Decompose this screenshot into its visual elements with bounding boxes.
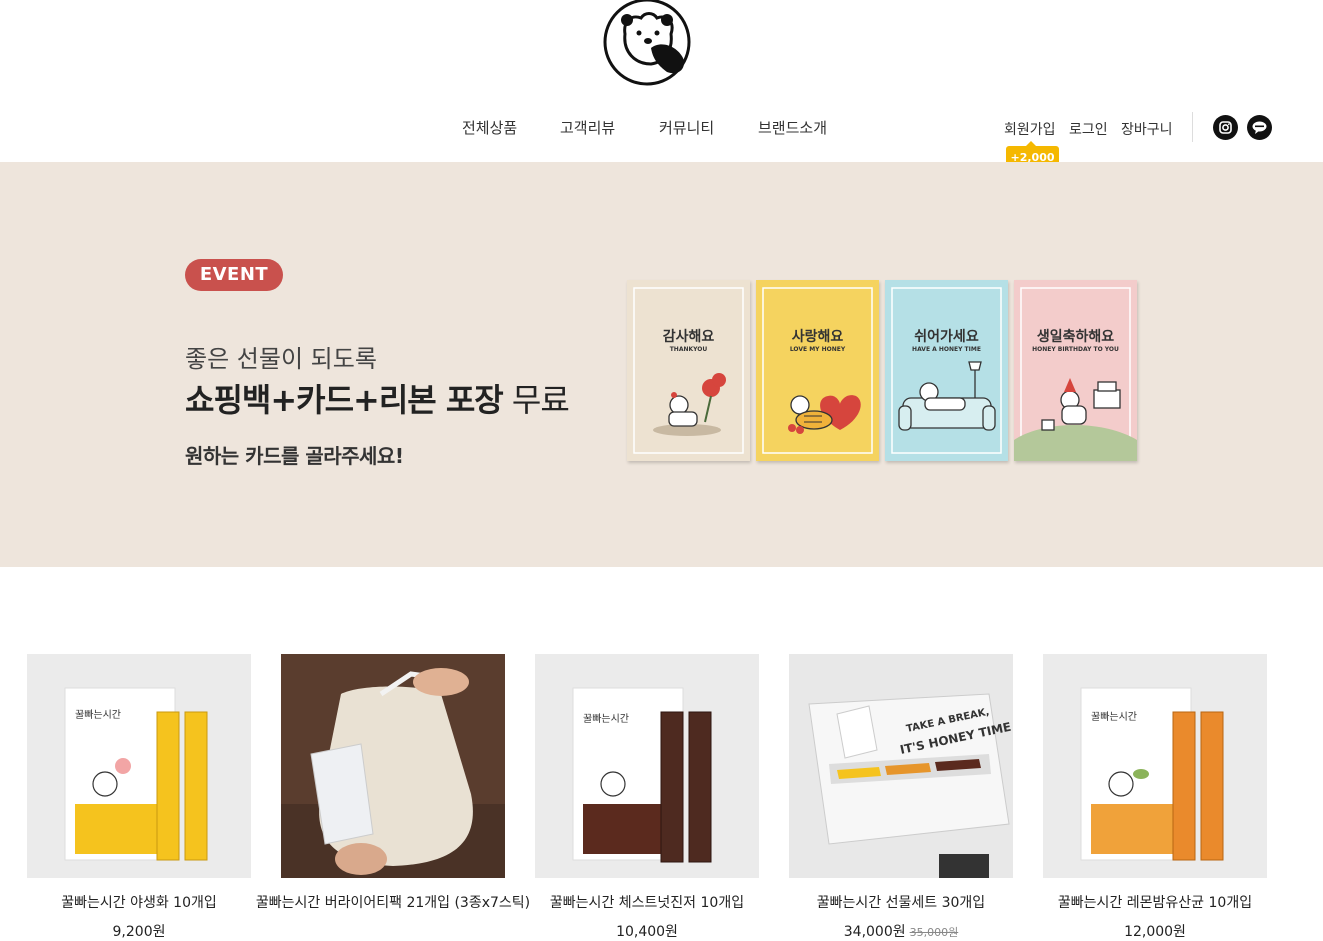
event-banner[interactable]: EVENT 좋은 선물이 되도록 쇼핑백+카드+리본 포장 무료 원하는 카드를… (0, 162, 1323, 567)
product-price: 10,400원 (616, 924, 678, 940)
login-link[interactable]: 로그인 (1069, 119, 1108, 139)
instagram-icon[interactable] (1213, 115, 1238, 140)
header-divider (1192, 112, 1193, 142)
product-thumbnail[interactable]: 꿀빠는시간 (1043, 654, 1267, 878)
banner-headline: 쇼핑백+카드+리본 포장 무료 (185, 381, 570, 419)
product-item[interactable]: 꿀빠는시간 꿀빠는시간 레몬밤유산균 10개입 12,000원 (1043, 654, 1267, 940)
gift-card-love[interactable]: 사랑해요 LOVE MY HONEY (756, 280, 879, 461)
banner-line3: 원하는 카드를 골라주세요! (185, 444, 404, 468)
gift-card-rest[interactable]: 쉬어가세요 HAVE A HONEY TIME (885, 280, 1008, 461)
gift-card-birthday[interactable]: 생일축하해요 HONEY BIRTHDAY TO YOU (1014, 280, 1137, 461)
kakao-talk-icon[interactable] (1247, 115, 1272, 140)
product-name[interactable]: 꿀빠는시간 야생화 10개입 (0, 893, 281, 913)
card-subtitle: LOVE MY HONEY (789, 346, 846, 353)
product-thumbnail[interactable] (281, 654, 505, 878)
card-title: 사랑해요 (791, 329, 844, 345)
product-thumbnail[interactable]: 꿀빠는시간 (535, 654, 759, 878)
signup-link[interactable]: 회원가입 (1004, 119, 1056, 139)
product-item[interactable]: TAKE A BREAK, IT'S HONEY TIME 꿀빠는시간 선물세트… (789, 654, 1013, 940)
product-name[interactable]: 꿀빠는시간 선물세트 30개입 (759, 893, 1043, 913)
card-subtitle: THANKYOU (669, 346, 708, 353)
card-title: 생일축하해요 (1036, 329, 1115, 345)
original-price: 35,000원 (909, 926, 959, 939)
card-subtitle: HAVE A HONEY TIME (912, 346, 981, 353)
card-title: 쉬어가세요 (914, 329, 979, 345)
product-price: 34,000원 35,000원 (843, 924, 959, 940)
product-thumbnail[interactable]: TAKE A BREAK, IT'S HONEY TIME (789, 654, 1013, 878)
product-item[interactable]: 꿀빠는시간 꿀빠는시간 야생화 10개입 9,200원 (27, 654, 251, 940)
product-thumbnail[interactable]: 꿀빠는시간 (27, 654, 251, 878)
svg-text:꿀빠는시간: 꿀빠는시간 (1091, 711, 1137, 723)
banner-line1: 좋은 선물이 되도록 (185, 345, 377, 373)
product-item[interactable]: 꿀빠는시간 버라이어티팩 21개입 (3종x7스틱) (256, 654, 530, 911)
nav-reviews[interactable]: 고객리뷰 (560, 117, 615, 138)
gift-card-thanks[interactable]: 감사해요 THANKYOU (627, 280, 750, 461)
product-item[interactable]: 꿀빠는시간 꿀빠는시간 체스트넛진저 10개입 10,400원 (535, 654, 759, 940)
product-price: 9,200원 (112, 924, 166, 940)
event-label: EVENT (185, 259, 283, 291)
svg-text:꿀빠는시간: 꿀빠는시간 (75, 709, 121, 721)
cart-link[interactable]: 장바구니 (1121, 119, 1173, 139)
product-name[interactable]: 꿀빠는시간 버라이어티팩 21개입 (3종x7스틱) (251, 893, 535, 913)
nav-community[interactable]: 커뮤니티 (659, 117, 714, 138)
card-title: 감사해요 (662, 329, 715, 345)
svg-text:꿀빠는시간: 꿀빠는시간 (583, 713, 629, 725)
nav-brand[interactable]: 브랜드소개 (758, 117, 827, 138)
nav-all-products[interactable]: 전체상품 (462, 117, 517, 138)
brand-logo[interactable] (601, 0, 693, 88)
product-name[interactable]: 꿀빠는시간 레몬밤유산균 10개입 (1013, 893, 1297, 913)
card-subtitle: HONEY BIRTHDAY TO YOU (1032, 346, 1119, 353)
product-name[interactable]: 꿀빠는시간 체스트넛진저 10개입 (505, 893, 789, 913)
product-price: 12,000원 (1124, 924, 1186, 940)
